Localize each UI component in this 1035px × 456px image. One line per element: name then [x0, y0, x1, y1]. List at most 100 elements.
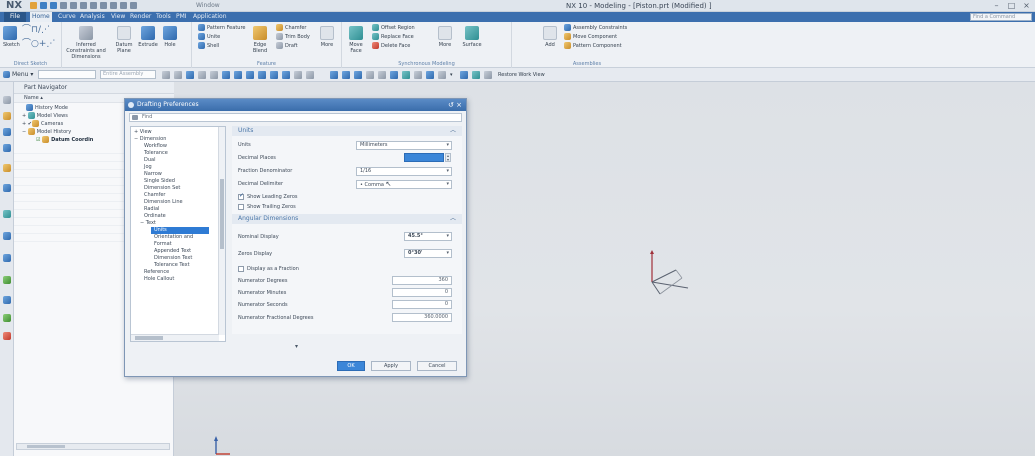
replace-face-button[interactable]: Replace Face [372, 33, 414, 41]
intersection-point-icon[interactable] [258, 71, 266, 79]
tree-item-single-sided[interactable]: Single Sided [144, 178, 175, 185]
edge-blend-button[interactable]: Edge Blend [250, 26, 270, 54]
assembly-constraints-button[interactable]: Assembly Constraints [564, 24, 627, 32]
system-materials-icon[interactable] [3, 332, 11, 340]
numerator-degrees-input[interactable]: 360 [392, 276, 452, 285]
control-point-icon[interactable] [246, 71, 254, 79]
work-layer-icon[interactable] [438, 71, 446, 79]
history-mode-node[interactable]: History Mode [26, 104, 68, 112]
roles-icon[interactable] [3, 296, 11, 304]
repeat-command-icon[interactable] [120, 2, 127, 9]
feature-more-button[interactable]: More [318, 26, 336, 48]
find-input[interactable]: Find [129, 113, 462, 122]
touch-mode-icon[interactable] [130, 2, 137, 9]
point-on-curve-icon[interactable] [306, 71, 314, 79]
apply-button[interactable]: Apply [371, 361, 411, 371]
surface-button[interactable]: Surface [462, 26, 482, 48]
reuse-library-icon[interactable] [3, 164, 11, 172]
chamfer-button[interactable]: Chamfer [276, 24, 307, 32]
move-face-button[interactable]: Move Face [346, 26, 366, 54]
tree-item-orientation[interactable]: Orientation and [154, 234, 193, 241]
snap-point-icon[interactable] [186, 71, 194, 79]
paste-icon[interactable] [110, 2, 117, 9]
layer-icon[interactable] [426, 71, 434, 79]
model-history-node[interactable]: − Model History [22, 128, 71, 136]
numerator-minutes-input[interactable]: 0 [392, 288, 452, 297]
tree-item-radial[interactable]: Radial [144, 206, 159, 213]
tree-item-tolerance[interactable]: Tolerance [144, 150, 168, 157]
model-views-node[interactable]: + Model Views [22, 112, 68, 120]
menu-button[interactable]: Menu ▾ [3, 70, 33, 80]
tree-item-reference[interactable]: Reference [144, 269, 169, 276]
save-icon[interactable] [50, 2, 57, 9]
existing-point-icon[interactable] [294, 71, 302, 79]
offset-region-button[interactable]: Offset Region [372, 24, 415, 32]
web-browser-icon[interactable] [3, 210, 11, 218]
history-icon[interactable] [3, 232, 11, 240]
show-trailing-zeros-checkbox[interactable] [238, 204, 244, 210]
draft-button[interactable]: Draft [276, 42, 298, 50]
sync-more-button[interactable]: More [436, 26, 454, 48]
inferred-constraints-button[interactable]: Inferred Constraints and Dimensions [64, 26, 108, 60]
manufacturing-wizards-icon[interactable] [3, 276, 11, 284]
zoom-icon[interactable] [342, 71, 350, 79]
part-navigator-icon[interactable] [3, 144, 11, 152]
fit-view-icon[interactable] [330, 71, 338, 79]
zeros-display-select[interactable]: 0°30' ▾ [404, 249, 452, 258]
fraction-denominator-select[interactable]: 1/16 ▾ [356, 167, 452, 176]
tree-item-units[interactable]: Units [151, 227, 209, 234]
minimize-icon[interactable]: – [992, 1, 1001, 10]
system-scene-icon[interactable] [3, 314, 11, 322]
tab-application[interactable]: Application [191, 12, 229, 22]
wcs-icon[interactable] [484, 71, 492, 79]
navigator-scroll-thumb[interactable] [27, 445, 65, 448]
decimal-places-input[interactable] [404, 153, 444, 162]
units-select[interactable]: Millimeters ▾ [356, 141, 452, 150]
tab-pmi[interactable]: PMI [174, 12, 189, 22]
tree-item-dimension[interactable]: − Dimension [134, 136, 166, 143]
sketch-shape-tools[interactable]: ⌒○+⋰ [22, 40, 55, 49]
render-style-icon[interactable] [390, 71, 398, 79]
move-component-button[interactable]: Move Component [564, 33, 617, 41]
numerator-seconds-input[interactable]: 0 [392, 300, 452, 309]
tree-item-hole-callout[interactable]: Hole Callout [144, 276, 174, 283]
cameras-node[interactable]: + ✔ Cameras [22, 120, 63, 128]
tree-item-ordinate[interactable]: Ordinate [144, 213, 166, 220]
show-leading-zeros-checkbox[interactable] [238, 192, 244, 200]
tab-render[interactable]: Render [128, 12, 153, 22]
hole-button[interactable]: Hole [162, 26, 178, 48]
deselect-icon[interactable] [174, 71, 182, 79]
tab-view[interactable]: View [109, 12, 127, 22]
hd3d-tools-icon[interactable] [3, 184, 11, 192]
tree-item-dimension-text[interactable]: Dimension Text [154, 255, 192, 262]
type-filter-combo[interactable] [38, 70, 96, 79]
tree-vscroll-thumb[interactable] [220, 179, 224, 249]
numerator-fractional-degrees-input[interactable]: 360.0000 [392, 313, 452, 322]
tree-item-dimension-line[interactable]: Dimension Line [144, 199, 183, 206]
tab-analysis[interactable]: Analysis [78, 12, 107, 22]
process-studio-icon[interactable] [3, 254, 11, 262]
shell-button[interactable]: Shell [198, 42, 219, 50]
dialog-close-icon[interactable]: × [456, 101, 462, 109]
tab-curve[interactable]: Curve [56, 12, 78, 22]
cut-icon[interactable] [90, 2, 97, 9]
copy-icon[interactable] [100, 2, 107, 9]
tab-home[interactable]: Home [30, 12, 52, 22]
tree-horizontal-scrollbar[interactable] [131, 334, 219, 341]
delete-face-button[interactable]: Delete Face [372, 42, 410, 50]
constraint-navigator-icon[interactable] [3, 128, 11, 136]
tree-item-format[interactable]: Format [154, 241, 172, 248]
tree-item-workflow[interactable]: Workflow [144, 143, 167, 150]
tree-item-appended-text[interactable]: Appended Text [154, 248, 191, 255]
tree-item-jog[interactable]: Jog [144, 164, 152, 171]
move-object-icon[interactable] [472, 71, 480, 79]
sketch-button[interactable]: Sketch [3, 26, 20, 48]
ok-button[interactable]: OK [337, 361, 365, 371]
open-icon[interactable] [40, 2, 47, 9]
mid-point-icon[interactable] [234, 71, 242, 79]
tab-tools[interactable]: Tools [154, 12, 173, 22]
tree-vertical-scrollbar[interactable] [218, 127, 225, 335]
tree-item-chamfer[interactable]: Chamfer [144, 192, 166, 199]
curve-rule-icon[interactable] [210, 71, 218, 79]
reset-icon[interactable]: ↺ [448, 101, 454, 109]
